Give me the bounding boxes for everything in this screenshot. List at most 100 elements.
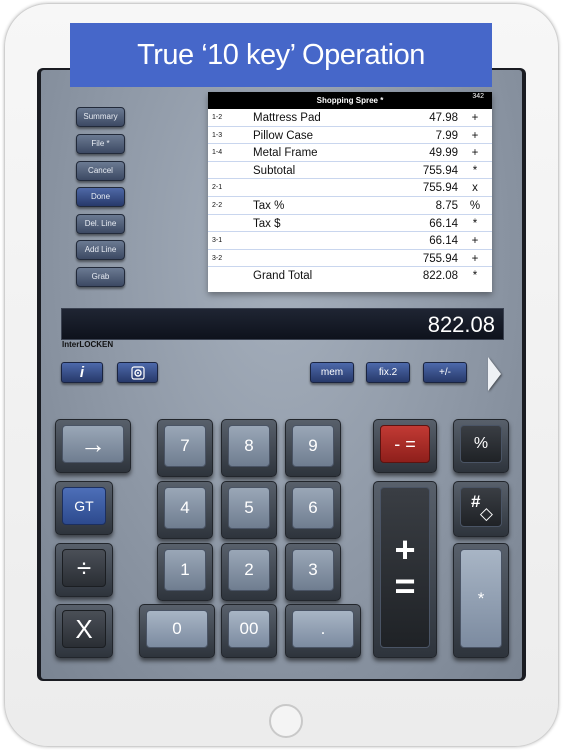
key-label: 6 bbox=[292, 487, 334, 529]
tape-operator: + bbox=[471, 147, 479, 160]
key-3[interactable]: 3 bbox=[285, 543, 341, 601]
arrow-key[interactable]: → bbox=[55, 419, 131, 473]
tape-row[interactable]: 3-1 66.14 + bbox=[208, 232, 492, 250]
promo-banner: True ‘10 key’ Operation bbox=[70, 23, 492, 87]
tape-value: 822.08 bbox=[422, 270, 458, 283]
tape-value: 49.99 bbox=[429, 147, 458, 160]
tape-ref: 3-2 bbox=[212, 254, 223, 262]
cancel-button[interactable]: Cancel bbox=[76, 161, 125, 181]
home-button[interactable] bbox=[269, 704, 303, 738]
key-2[interactable]: 2 bbox=[221, 543, 277, 601]
diamond-icon: ◇ bbox=[479, 504, 493, 523]
tape-operator: + bbox=[471, 112, 479, 124]
count-key[interactable]: # ◇ bbox=[453, 481, 509, 537]
key-7[interactable]: 7 bbox=[157, 419, 213, 477]
divide-icon: ÷ bbox=[62, 549, 106, 587]
tape-row[interactable]: Subtotal 755.94 * bbox=[208, 162, 492, 180]
memory-button[interactable]: mem bbox=[310, 362, 354, 383]
sign-toggle-button[interactable]: +/- bbox=[423, 362, 467, 383]
tape-value: 66.14 bbox=[429, 217, 458, 230]
tape-operator: * bbox=[472, 217, 478, 230]
brand-label: InterLOCKEN bbox=[62, 340, 114, 349]
tape-ref: 1-4 bbox=[212, 149, 223, 157]
tape-label: Pillow Case bbox=[253, 129, 314, 142]
key-9[interactable]: 9 bbox=[285, 419, 341, 477]
plus-equals-key[interactable]: + = bbox=[373, 481, 437, 658]
tape-value: 755.94 bbox=[422, 182, 458, 195]
plus-icon: + bbox=[394, 528, 416, 570]
key-8[interactable]: 8 bbox=[221, 419, 277, 477]
tape-operator: + bbox=[471, 235, 479, 248]
tape-label: Mattress Pad bbox=[253, 112, 321, 124]
tape-row[interactable]: 1-4 Metal Frame 49.99 + bbox=[208, 144, 492, 162]
summary-button[interactable]: Summary bbox=[76, 107, 125, 127]
delete-line-button[interactable]: Del. Line bbox=[76, 214, 125, 234]
done-button[interactable]: Done bbox=[76, 187, 125, 207]
key-label: 7 bbox=[164, 425, 206, 467]
arrow-right-icon: → bbox=[62, 425, 124, 463]
tape-row[interactable]: Grand Total 822.08 * bbox=[208, 267, 492, 285]
tape-row[interactable]: 1-3 Pillow Case 7.99 + bbox=[208, 127, 492, 145]
key-6[interactable]: 6 bbox=[285, 481, 341, 539]
decimal-point-key[interactable]: . bbox=[285, 604, 361, 658]
key-label: 1 bbox=[164, 549, 206, 591]
grab-button[interactable]: Grab bbox=[76, 267, 125, 287]
plus-equals-face: + = bbox=[380, 487, 430, 648]
total-key[interactable]: * bbox=[453, 543, 509, 658]
tape-label: Metal Frame bbox=[253, 147, 318, 160]
next-page-arrow-icon[interactable] bbox=[488, 357, 501, 391]
key-0[interactable]: 0 bbox=[139, 604, 215, 658]
tape-row[interactable]: 3-2 755.94 + bbox=[208, 250, 492, 268]
tape-ref: 1-3 bbox=[212, 131, 223, 139]
tape-ref: 2-1 bbox=[212, 184, 223, 192]
tape-operator: % bbox=[469, 199, 481, 212]
tape-value: 66.14 bbox=[429, 235, 458, 248]
divide-key[interactable]: ÷ bbox=[55, 543, 113, 597]
tape-row[interactable]: Tax $ 66.14 * bbox=[208, 215, 492, 233]
tape-row[interactable]: 1-2 Mattress Pad 47.98 + bbox=[208, 109, 492, 127]
tape-row[interactable]: 2-2 Tax % 8.75 % bbox=[208, 197, 492, 215]
tape-count: 342 bbox=[472, 93, 484, 100]
tape-ref: 1-2 bbox=[212, 114, 223, 121]
tape-label: Subtotal bbox=[253, 164, 296, 177]
tape-header: Shopping Spree * 342 bbox=[208, 92, 492, 109]
percent-icon: % bbox=[460, 425, 502, 463]
key-label: 2 bbox=[228, 549, 270, 591]
tape-operator: + bbox=[471, 129, 479, 142]
minus-equals-key[interactable]: - = bbox=[373, 419, 437, 473]
settings-button[interactable] bbox=[117, 362, 158, 383]
key-4[interactable]: 4 bbox=[157, 481, 213, 539]
gear-icon bbox=[130, 366, 145, 383]
key-label: 4 bbox=[164, 487, 206, 529]
tape-label: Tax $ bbox=[253, 217, 281, 230]
minus-equals-label: - = bbox=[380, 425, 430, 463]
grand-total-key[interactable]: GT bbox=[55, 481, 113, 535]
tape-label: Tax % bbox=[253, 199, 285, 212]
fix-decimal-button[interactable]: fix.2 bbox=[366, 362, 410, 383]
key-1[interactable]: 1 bbox=[157, 543, 213, 601]
tape-label: Grand Total bbox=[253, 270, 313, 283]
key-5[interactable]: 5 bbox=[221, 481, 277, 539]
multiply-key[interactable]: X bbox=[55, 604, 113, 658]
key-00[interactable]: 00 bbox=[221, 604, 277, 658]
key-label: 3 bbox=[292, 549, 334, 591]
key-label: 9 bbox=[292, 425, 334, 467]
tape-operator: + bbox=[471, 252, 479, 265]
tape-value: 755.94 bbox=[422, 164, 458, 177]
tape-row[interactable]: 2-1 755.94 x bbox=[208, 179, 492, 197]
percent-key[interactable]: % bbox=[453, 419, 509, 473]
tape-title: Shopping Spree * bbox=[316, 96, 384, 105]
info-button[interactable]: i bbox=[61, 362, 103, 383]
key-label: 00 bbox=[228, 610, 270, 648]
add-line-button[interactable]: Add Line bbox=[76, 240, 125, 260]
tape-operator: * bbox=[472, 270, 478, 283]
result-display: 822.08 bbox=[61, 308, 504, 340]
paper-tape[interactable]: Shopping Spree * 342 1-2 Mattress Pad 47… bbox=[208, 92, 492, 292]
gt-label: GT bbox=[62, 487, 106, 525]
tape-value: 8.75 bbox=[435, 199, 458, 212]
key-label: . bbox=[292, 610, 354, 648]
equals-icon: = bbox=[394, 564, 416, 606]
count-face: # ◇ bbox=[460, 487, 502, 527]
tape-value: 47.98 bbox=[429, 112, 458, 124]
file-button[interactable]: File * bbox=[76, 134, 125, 154]
